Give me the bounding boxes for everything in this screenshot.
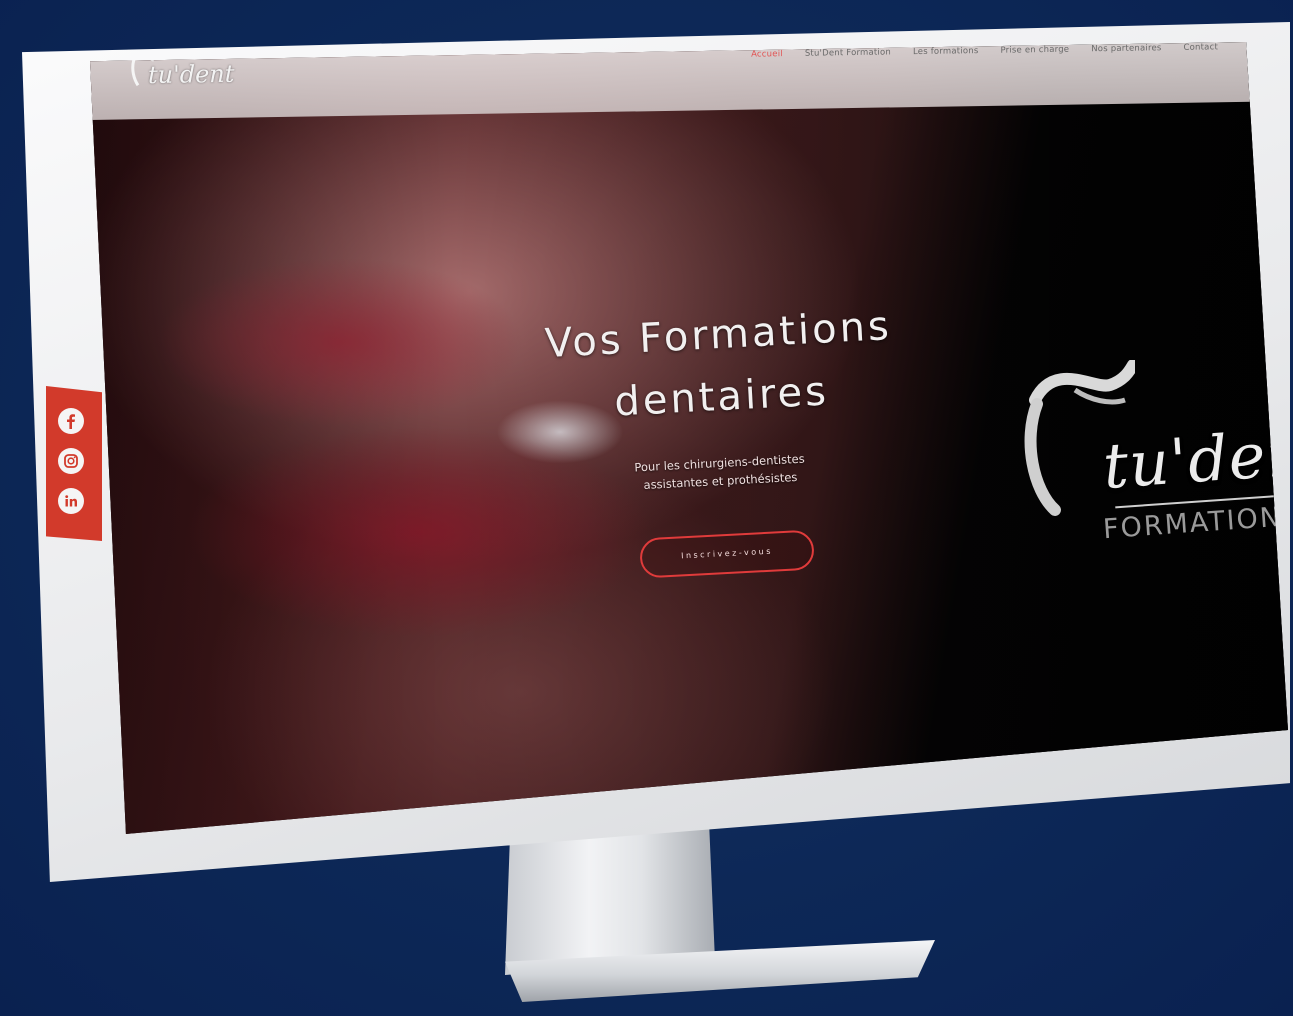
brand-logo: tu'dent FORMATION <box>1015 360 1288 550</box>
instagram-icon[interactable] <box>58 448 84 474</box>
scene-background: tu'dent Accueil Stu'Dent Formation Les f… <box>0 0 1293 1016</box>
social-sidebar <box>46 386 102 541</box>
nav-item-accueil[interactable]: Accueil <box>751 49 783 59</box>
nav-item-prise-en-charge[interactable]: Prise en charge <box>1000 45 1069 56</box>
hero-title: Vos Formations dentaires <box>482 292 958 440</box>
nav-item-contact[interactable]: Contact <box>1184 42 1218 53</box>
website-screen: tu'dent Accueil Stu'Dent Formation Les f… <box>90 42 1288 834</box>
nav-item-nos-partenaires[interactable]: Nos partenaires <box>1091 43 1161 54</box>
brand-script-text: tu'dent <box>1100 414 1288 503</box>
linkedin-icon[interactable] <box>58 488 84 514</box>
nav-item-student-formation[interactable]: Stu'Dent Formation <box>805 47 891 58</box>
site-logo[interactable]: tu'dent <box>148 60 234 89</box>
facebook-icon[interactable] <box>58 408 84 434</box>
nav-item-les-formations[interactable]: Les formations <box>913 46 978 57</box>
